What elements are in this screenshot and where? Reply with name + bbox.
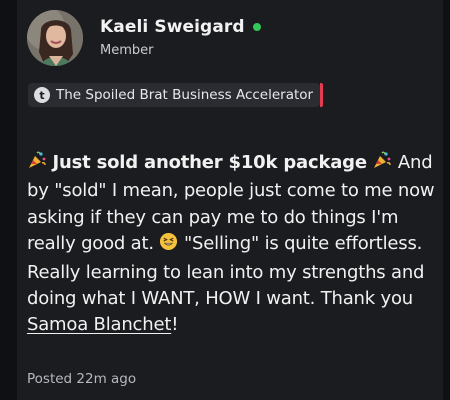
name-row: Kaeli Sweigard <box>100 17 261 37</box>
user-avatar[interactable] <box>27 10 83 66</box>
post-body: Just sold another $10k package And by "s… <box>27 150 435 339</box>
user-meta: Kaeli Sweigard Member <box>100 17 261 58</box>
group-tag[interactable]: t The Spoiled Brat Business Accelerator <box>28 83 324 107</box>
group-name: The Spoiled Brat Business Accelerator <box>56 87 314 103</box>
posted-timestamp: Posted 22m ago <box>27 371 137 387</box>
avatar-image <box>27 10 83 66</box>
online-status-icon <box>252 23 261 31</box>
user-role: Member <box>100 42 154 58</box>
mention-link[interactable]: Samoa Blanchet <box>27 314 171 335</box>
user-name[interactable]: Kaeli Sweigard <box>100 17 245 37</box>
page-background: Kaeli Sweigard Member t The Spoiled Brat… <box>0 0 450 400</box>
post-headline: Just sold another $10k package <box>52 152 368 173</box>
group-logo-icon: t <box>34 87 50 103</box>
post-card: Kaeli Sweigard Member t The Spoiled Brat… <box>17 0 443 400</box>
party-popper-icon <box>372 150 392 178</box>
group-accent-bar <box>320 83 324 107</box>
post-text-end: ! <box>171 314 179 336</box>
grinning-squinting-face-icon <box>159 232 178 259</box>
post-header: Kaeli Sweigard Member <box>27 10 261 66</box>
party-popper-icon <box>27 150 47 178</box>
